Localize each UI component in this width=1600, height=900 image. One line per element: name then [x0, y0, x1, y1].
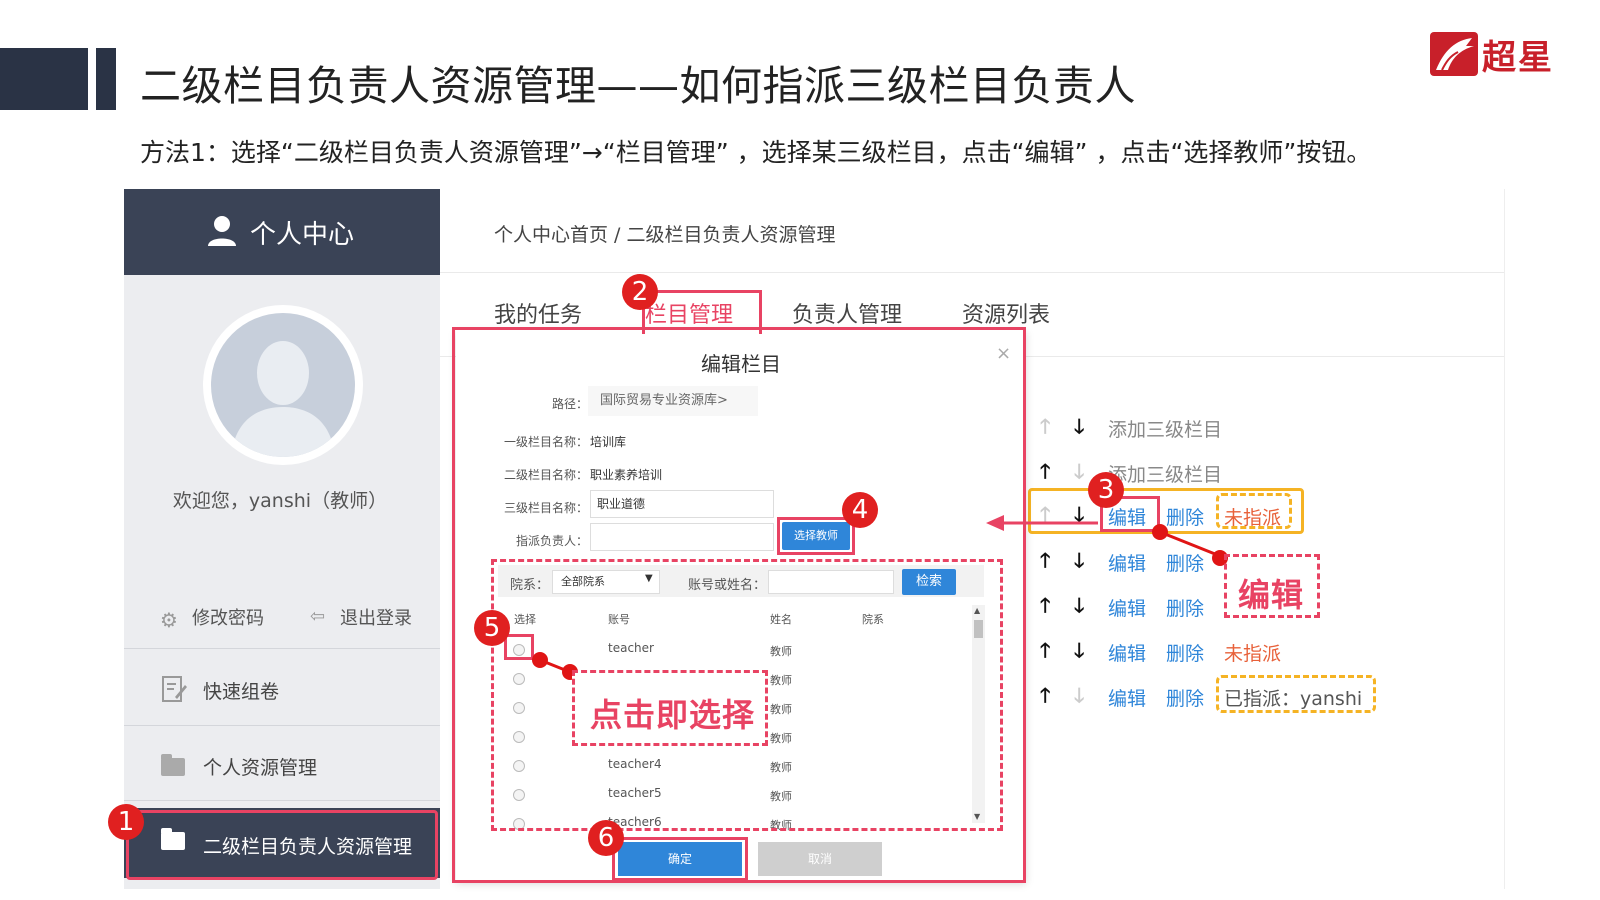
step-badge-4: 4	[842, 492, 878, 528]
step-badge-2: 2	[622, 274, 658, 310]
step-badge-3: 3	[1088, 472, 1124, 508]
step-badge-6: 6	[588, 820, 624, 856]
callout-dot	[532, 652, 548, 668]
step-badge-1: 1	[108, 804, 144, 840]
step-badge-5: 5	[474, 610, 510, 646]
edit-callout-text: 编辑	[1238, 576, 1305, 614]
callout-dot	[1152, 524, 1168, 540]
select-callout-text: 点击即选择	[590, 696, 756, 734]
annotation-connectors	[539, 515, 1221, 674]
